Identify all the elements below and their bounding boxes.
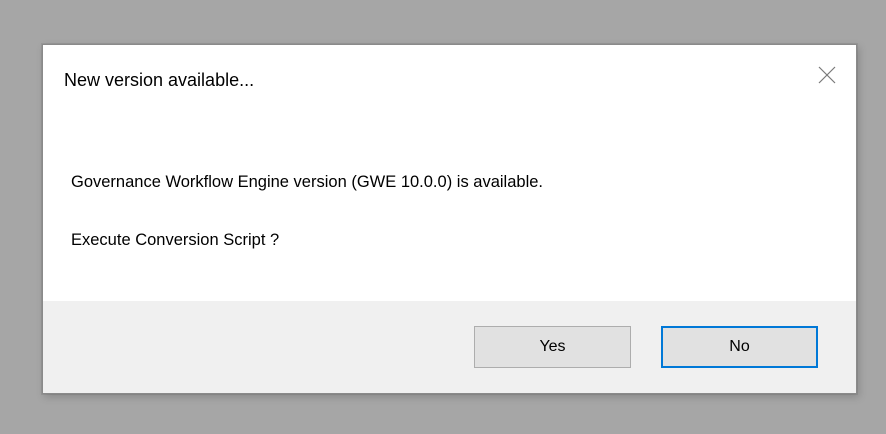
close-button[interactable] — [812, 62, 842, 92]
dialog-title: New version available... — [64, 70, 255, 90]
yes-button[interactable]: Yes — [474, 326, 631, 368]
no-button[interactable]: No — [661, 326, 818, 368]
dialog-content: Governance Workflow Engine version (GWE … — [43, 117, 856, 303]
dialog-footer: Yes No — [43, 301, 856, 393]
close-icon — [816, 64, 838, 91]
message-dialog: New version available... Governance Work… — [42, 44, 857, 394]
dialog-titlebar: New version available... — [43, 45, 856, 117]
message-text-question: Execute Conversion Script ? — [71, 231, 280, 249]
message-text-availability: Governance Workflow Engine version (GWE … — [71, 173, 543, 191]
